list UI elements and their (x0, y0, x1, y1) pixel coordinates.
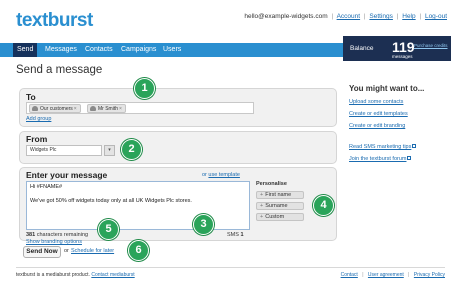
callout-badge-1: 1 (134, 78, 155, 99)
footer-user-agreement-link[interactable]: User agreement (368, 272, 404, 278)
to-title: To (26, 92, 36, 102)
sidebar-link-templates[interactable]: Create or edit templates (349, 111, 408, 117)
callout-badge-4: 4 (313, 195, 334, 216)
balance-label: Balance (350, 45, 374, 52)
plus-icon: + (260, 214, 264, 220)
remove-recipient-icon[interactable]: × (119, 106, 122, 112)
tab-messages[interactable]: Messages (41, 43, 81, 57)
personalise-label: Personalise (256, 181, 287, 187)
callout-badge-5: 5 (98, 219, 119, 240)
recipient-chip[interactable]: Our customers× (29, 104, 81, 113)
sidebar-title: You might want to... (349, 84, 425, 93)
balance-value: 119 (392, 39, 415, 55)
to-panel: To Our customers× Mr Smith× Add group (19, 88, 337, 127)
footer-contact-link[interactable]: Contact (341, 272, 358, 278)
footer-links: Contact | User agreement | Privacy Polic… (340, 272, 445, 278)
personalise-surname-button[interactable]: + Surname (256, 202, 304, 210)
sms-count: SMS 1 (227, 232, 244, 238)
help-link[interactable]: Help (402, 13, 415, 20)
remove-recipient-icon[interactable]: × (74, 106, 77, 112)
plus-icon: + (260, 203, 264, 209)
recipients-field[interactable]: Our customers× Mr Smith× (26, 102, 254, 114)
personalise-first-name-button[interactable]: + First name (256, 191, 304, 199)
tab-send[interactable]: Send (13, 43, 38, 57)
tab-contacts[interactable]: Contacts (81, 43, 117, 57)
contacts-icon (90, 106, 96, 111)
tab-campaigns[interactable]: Campaigns (117, 43, 160, 57)
logout-link[interactable]: Log-out (425, 13, 447, 20)
from-select[interactable]: Widgets Plc (26, 145, 102, 156)
page-title: Send a message (16, 64, 103, 76)
contacts-icon (32, 106, 38, 111)
footer-left: textburst is a mediaburst product. Conta… (16, 272, 135, 278)
contact-mediaburst-link[interactable]: Contact mediaburst (91, 272, 134, 278)
schedule-for-later-link[interactable]: Schedule for later (71, 248, 114, 254)
characters-remaining: 381 characters remaining (26, 232, 89, 238)
personalise-custom-button[interactable]: + Custom (256, 213, 304, 221)
callout-badge-2: 2 (121, 139, 142, 160)
sidebar-link-branding[interactable]: Create or edit branding (349, 123, 405, 129)
message-textarea[interactable]: Hi #FNAME# We've got 50% off widgets tod… (26, 181, 250, 230)
recipient-chip[interactable]: Mr Smith× (87, 104, 126, 113)
callout-badge-3: 3 (193, 214, 214, 235)
message-panel: Enter your message or use template Hi #F… (19, 167, 337, 245)
message-title: Enter your message (26, 170, 108, 180)
external-link-icon (407, 156, 412, 160)
sidebar-link-forum[interactable]: Join the textburst forum (349, 156, 406, 162)
callout-badge-6: 6 (128, 240, 149, 261)
sidebar-link-forum-wrap: Join the textburst forum (349, 147, 412, 165)
purchase-credits-link[interactable]: Purchase credits (414, 43, 448, 48)
send-now-button[interactable]: Send Now (23, 246, 61, 258)
top-links: hello@example-widgets.com | Account | Se… (244, 13, 447, 20)
settings-link[interactable]: Settings (369, 13, 393, 20)
textburst-logo[interactable]: textburst (16, 10, 93, 32)
sidebar-link-upload-contacts[interactable]: Upload some contacts (349, 99, 403, 105)
external-link-icon (412, 144, 417, 148)
account-email: hello@example-widgets.com (244, 13, 328, 20)
message-line-2: We've got 50% off widgets today only at … (30, 198, 192, 204)
from-title: From (26, 134, 48, 144)
footer-privacy-policy-link[interactable]: Privacy Policy (414, 272, 445, 278)
plus-icon: + (260, 192, 264, 198)
balance-unit: messages (392, 54, 413, 59)
or-text: or (64, 248, 69, 254)
footer-divider (16, 267, 445, 268)
from-panel: From Widgets Plc ▾ (19, 131, 337, 164)
account-link[interactable]: Account (337, 13, 361, 20)
message-line-1: Hi #FNAME# (30, 184, 63, 190)
use-template: or use template (202, 172, 240, 178)
chevron-down-icon[interactable]: ▾ (104, 145, 115, 156)
tab-users[interactable]: Users (159, 43, 185, 57)
use-template-link[interactable]: use template (208, 172, 240, 178)
add-group-link[interactable]: Add group (26, 116, 51, 122)
balance-box: Balance 119 messages Purchase credits (343, 36, 451, 61)
show-branding-link[interactable]: Show branding options (26, 239, 82, 245)
